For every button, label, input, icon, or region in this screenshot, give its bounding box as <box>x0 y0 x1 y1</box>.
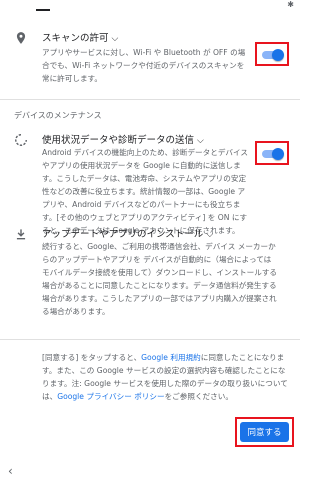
navigation-bar: ‹ <box>0 463 300 480</box>
maintenance-header: デバイスのメンテナンス <box>14 111 102 120</box>
bluetooth-icon: ✱ <box>287 0 294 9</box>
chevron-down-icon[interactable]: ⌵ <box>206 230 213 240</box>
scan-toggle[interactable] <box>260 49 284 61</box>
toggle-thumb <box>272 49 284 61</box>
section-divider <box>0 99 300 100</box>
terms-link[interactable]: Google 利用規約 <box>141 353 201 362</box>
section-divider <box>0 339 300 340</box>
sync-icon <box>15 134 27 146</box>
consent-part: [同意する] をタップすると、 <box>42 353 142 362</box>
scan-description: アプリやサービスに対し、Wi-Fi や Bluetooth が OFF の場合で… <box>42 48 246 83</box>
usage-toggle-highlight <box>255 141 289 165</box>
scan-title: スキャンの許可 ⌵ <box>42 33 119 44</box>
location-pin-icon <box>16 32 26 44</box>
updates-description: 続行すると、Google、ご利用の携帯通信会社、デバイス メーカーからのアップデ… <box>42 242 278 316</box>
updates-title: アップデートやアプリのインストール ⌵ <box>42 229 214 240</box>
back-chevron-icon[interactable]: ‹ <box>8 463 13 480</box>
scan-toggle-highlight <box>255 42 289 66</box>
updates-setting[interactable]: アップデートやアプリのインストール ⌵ 続行すると、Google、ご利用の携帯通信… <box>0 226 300 322</box>
usage-title: 使用状況データや診断データの送信 ⌵ <box>42 135 204 146</box>
usage-toggle[interactable] <box>260 148 284 160</box>
usage-description: Android デバイスの機能向上のため、診断データとデバイスやアプリの使用状況… <box>42 148 248 235</box>
top-divider-fragment <box>36 9 50 11</box>
toggle-thumb <box>272 148 284 160</box>
chevron-down-icon[interactable]: ⌵ <box>197 136 204 146</box>
download-icon <box>16 229 26 240</box>
consent-part: をご参照ください。 <box>164 392 233 401</box>
agree-button-highlight: 同意する <box>235 417 294 447</box>
privacy-policy-link[interactable]: Google プライバシー ポリシー <box>57 392 164 401</box>
chevron-down-icon[interactable]: ⌵ <box>112 34 119 44</box>
consent-text: [同意する] をタップすると、Google 利用規約に同意したことになります。ま… <box>42 351 288 403</box>
agree-button[interactable]: 同意する <box>240 422 289 442</box>
